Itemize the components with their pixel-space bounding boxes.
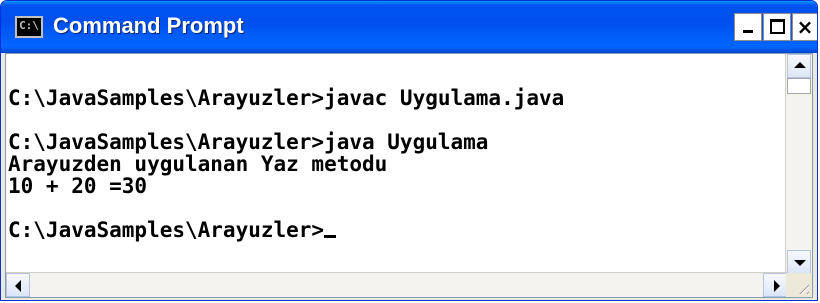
scroll-up-button[interactable]: [787, 54, 811, 78]
console-area: C:\JavaSamples\Arayuzler>javac Uygulama.…: [5, 53, 813, 298]
console-line: 10 + 20 =30: [8, 174, 148, 198]
arrow-right-icon: [774, 280, 780, 292]
console-line: C:\JavaSamples\Arayuzler>java Uygulama: [8, 130, 489, 154]
title-bar[interactable]: C:\ Command Prompt ×: [1, 1, 817, 53]
maximize-button[interactable]: [763, 13, 791, 41]
vertical-scroll-thumb[interactable]: [787, 78, 811, 94]
minimize-button[interactable]: [734, 13, 762, 41]
command-prompt-window: C:\ Command Prompt × C:\JavaSamples\Aray…: [0, 0, 818, 301]
console-output[interactable]: C:\JavaSamples\Arayuzler>javac Uygulama.…: [6, 54, 787, 274]
scroll-down-button[interactable]: [787, 250, 811, 274]
horizontal-scrollbar[interactable]: [6, 272, 787, 297]
console-app-icon[interactable]: C:\: [15, 16, 43, 38]
window-title: Command Prompt: [53, 13, 244, 38]
console-line: C:\JavaSamples\Arayuzler>javac Uygulama.…: [8, 86, 565, 110]
close-button[interactable]: ×: [792, 13, 817, 41]
scroll-right-button[interactable]: [763, 273, 787, 297]
console-line: Arayuzden uygulanan Yaz metodu: [8, 152, 388, 176]
arrow-down-icon: [794, 260, 806, 266]
console-prompt-line: C:\JavaSamples\Arayuzler>: [8, 218, 325, 242]
arrow-up-icon: [794, 62, 806, 68]
vertical-scrollbar[interactable]: [785, 54, 812, 274]
arrow-left-icon: [15, 280, 21, 292]
minimize-icon: [743, 30, 753, 33]
resize-grip-icon[interactable]: [795, 280, 809, 294]
close-icon: ×: [796, 15, 814, 39]
scrollbar-corner: [786, 273, 812, 297]
maximize-icon: [770, 19, 785, 34]
console-text: C:\JavaSamples\Arayuzler>javac Uygulama.…: [8, 87, 564, 241]
text-cursor: [324, 235, 337, 238]
scroll-left-button[interactable]: [6, 273, 30, 297]
